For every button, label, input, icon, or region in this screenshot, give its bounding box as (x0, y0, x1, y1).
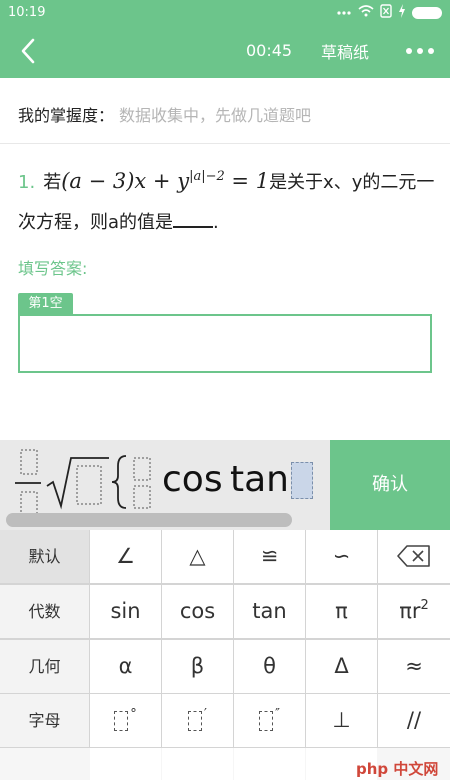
timer: 00:45 (246, 41, 293, 60)
equation-left: (a − 3)x + y|a|−2 = 1 (61, 169, 269, 193)
expression-scrollbar[interactable] (6, 513, 292, 527)
backspace-icon (397, 545, 430, 567)
key-angle[interactable]: ∠ (90, 530, 161, 583)
status-icons (336, 4, 442, 21)
equation-base: (a − 3)x + y (61, 169, 190, 193)
key-congruent[interactable]: ≌ (234, 530, 305, 583)
key-second[interactable]: ″ (234, 694, 305, 747)
key-tan[interactable]: tan (234, 585, 305, 638)
category-algebra[interactable]: 代数 (0, 585, 89, 638)
placeholder-box-icon (259, 711, 274, 731)
key-partial[interactable] (234, 748, 305, 780)
key-minute-sup: ′ (204, 707, 207, 722)
expression-tan: tan (230, 459, 289, 500)
key-degree-sup: ° (130, 707, 137, 722)
chevron-left-icon (21, 38, 35, 64)
sqrt-template-icon[interactable] (45, 452, 111, 510)
key-degree[interactable]: ° (90, 694, 161, 747)
draft-paper-button[interactable]: 草稿纸 (321, 39, 369, 63)
status-time: 10:19 (8, 5, 46, 20)
mastery-value: 数据收集中，先做几道题吧 (119, 106, 312, 125)
wifi-icon (358, 5, 374, 20)
more-button[interactable] (404, 41, 436, 61)
watermark-logo: php 中文网 (356, 760, 439, 778)
equation-right: = 1 (224, 169, 270, 193)
confirm-button[interactable]: 确认 (330, 440, 450, 530)
input-cursor-box[interactable] (291, 462, 313, 499)
key-perpendicular[interactable]: ⊥ (306, 694, 377, 747)
key-sin[interactable]: sin (90, 585, 161, 638)
key-pi[interactable]: π (306, 585, 377, 638)
back-button[interactable] (14, 36, 44, 66)
more-dots-icon (406, 48, 434, 54)
fraction-template-icon[interactable] (14, 448, 42, 518)
mastery-label: 我的掌握度： (18, 106, 115, 125)
question-prefix: 若 (43, 172, 62, 193)
signal-icon (336, 6, 352, 20)
key-delta[interactable]: Δ (306, 640, 377, 693)
key-pi-r-sup: 2 (420, 598, 429, 613)
key-alpha[interactable]: α (90, 640, 161, 693)
category-letters[interactable]: 字母 (0, 694, 89, 747)
answer-label: 填写答案: (18, 259, 88, 278)
blank-tab[interactable]: 第1空 (18, 293, 73, 314)
key-second-sup: ″ (275, 707, 280, 722)
key-beta[interactable]: β (162, 640, 233, 693)
status-bar: 10:19 (0, 0, 450, 26)
equation-exponent: |a|−2 (189, 169, 225, 184)
placeholder-box-icon (188, 711, 203, 731)
no-sim-icon (380, 4, 392, 21)
math-keyboard: 默认 代数 几何 字母 ∠ △ ≌ ∽ sin cos tan π πr2 α … (0, 530, 450, 780)
expression-cos: cos (162, 459, 223, 500)
question-number: 1. (18, 172, 36, 193)
key-cos[interactable]: cos (162, 585, 233, 638)
mastery-row: 我的掌握度： 数据收集中，先做几道题吧 (0, 78, 450, 144)
nav-bar: 00:45 草稿纸 (0, 26, 450, 78)
math-input-bar: cos tan 确认 (0, 440, 450, 530)
answer-blank-line (173, 208, 214, 228)
key-approx[interactable]: ≈ (378, 640, 450, 693)
charging-icon (398, 4, 406, 21)
key-pi-r-base: πr (399, 599, 421, 623)
key-backspace[interactable] (378, 530, 450, 583)
answer-input[interactable] (18, 314, 432, 373)
key-partial[interactable] (162, 748, 233, 780)
key-parallel[interactable]: // (378, 694, 450, 747)
key-theta[interactable]: θ (234, 640, 305, 693)
question-ending: . (213, 212, 219, 233)
battery-icon (412, 6, 442, 19)
math-expression-area[interactable]: cos tan (0, 440, 330, 530)
key-pi-r-squared[interactable]: πr2 (378, 585, 450, 638)
category-default[interactable]: 默认 (0, 530, 89, 583)
brace-template-icon[interactable] (110, 452, 154, 512)
key-similar[interactable]: ∽ (306, 530, 377, 583)
key-minute[interactable]: ′ (162, 694, 233, 747)
key-partial[interactable] (90, 748, 161, 780)
category-geometry[interactable]: 几何 (0, 640, 89, 693)
key-triangle[interactable]: △ (162, 530, 233, 583)
question-text: 1. 若(a − 3)x + y|a|−2 = 1是关于x、y的二元一次方程，则a… (18, 162, 438, 242)
placeholder-box-icon (114, 711, 129, 731)
